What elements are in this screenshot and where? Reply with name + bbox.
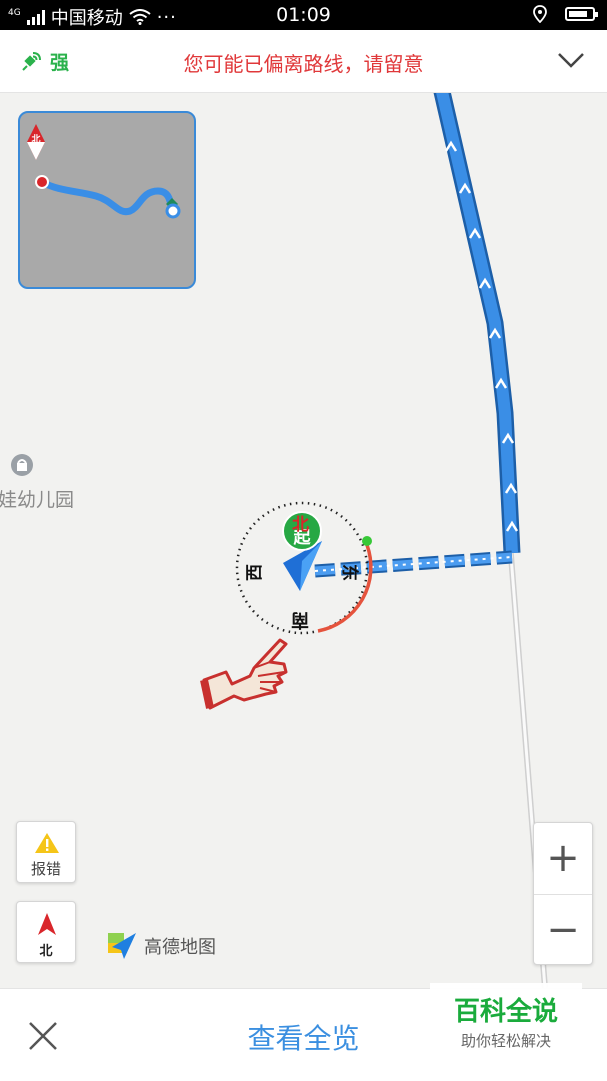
watermark-title: 百科全说 xyxy=(453,997,558,1027)
north-arrow-icon xyxy=(38,913,56,935)
report-error-label: 报错 xyxy=(30,860,61,878)
status-bar: 4G 中国移动 ··· 01:09 xyxy=(0,0,607,30)
battery-fill xyxy=(569,11,587,17)
map-view[interactable]: 北 娃幼儿园 起 北 南 东 西 报错 北 高德地图 + − xyxy=(0,93,607,988)
zoom-controls: + − xyxy=(533,822,593,965)
navigation-warning-bar: 强 您可能已偏离路线，请留意 xyxy=(0,30,607,93)
zoom-out-button[interactable]: − xyxy=(534,894,592,965)
report-error-button[interactable]: 报错 xyxy=(16,821,76,883)
north-up-label: 北 xyxy=(39,944,53,959)
off-route-warning: 您可能已偏离路线，请留意 xyxy=(183,52,424,76)
location-icon xyxy=(533,5,547,23)
bottom-bar: 查看全览 百科全说 助你轻松解决 xyxy=(0,983,607,1081)
clock: 01:09 xyxy=(276,4,331,26)
watermark: 百科全说 助你轻松解决 xyxy=(430,983,582,1057)
pointing-hand-icon xyxy=(200,638,288,710)
compass-north: 北 xyxy=(292,515,309,535)
amap-logo: 高德地图 xyxy=(106,931,216,961)
north-up-button[interactable]: 北 xyxy=(16,901,76,963)
compass-west: 西 xyxy=(245,564,265,581)
battery-icon xyxy=(565,7,598,21)
zoom-in-button[interactable]: + xyxy=(534,823,592,893)
watermark-subtitle: 助你轻松解决 xyxy=(460,1032,551,1050)
status-right xyxy=(533,5,598,23)
amap-logo-icon xyxy=(108,933,136,959)
heading-arc xyxy=(317,544,373,633)
compass-east: 东 xyxy=(339,564,359,581)
warning-icon xyxy=(35,833,59,853)
amap-brand-name: 高德地图 xyxy=(144,937,216,958)
chevron-down-icon[interactable] xyxy=(557,48,585,72)
